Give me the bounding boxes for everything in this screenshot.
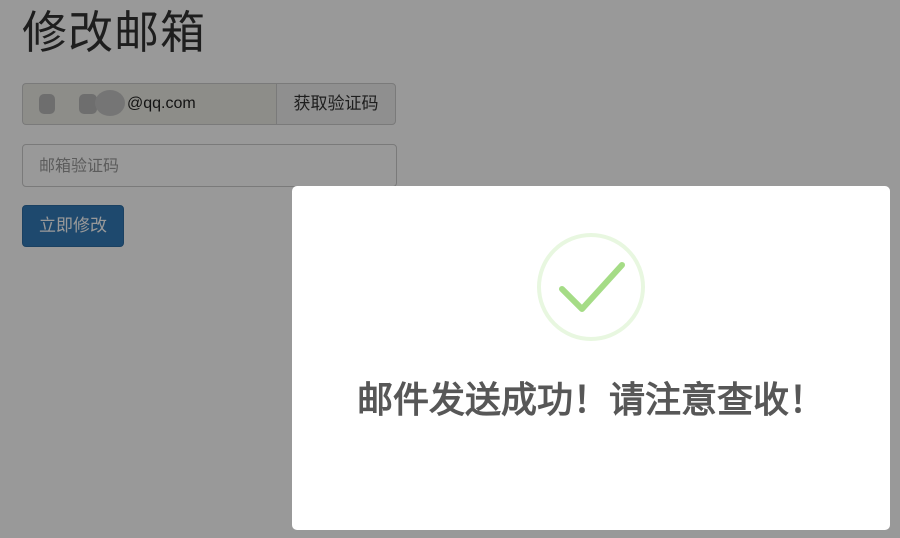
checkmark-icon bbox=[537, 233, 645, 341]
change-email-page: 修改邮箱 @qq.com 获取验证码 立即修改 邮件发送成功！请注意查收！ bbox=[0, 0, 900, 538]
success-message: 邮件发送成功！请注意查收！ bbox=[356, 380, 825, 421]
success-dialog: 邮件发送成功！请注意查收！ bbox=[292, 186, 890, 530]
